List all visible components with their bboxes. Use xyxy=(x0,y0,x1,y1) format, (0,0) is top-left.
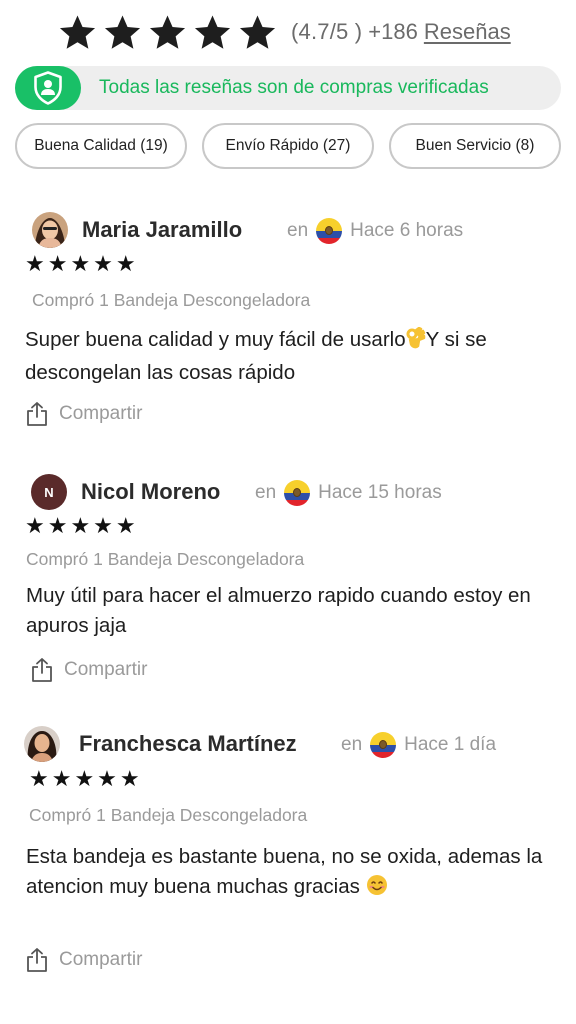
filter-chip-buen-servicio[interactable]: Buen Servicio (8) xyxy=(389,123,561,169)
location-prefix: en xyxy=(287,220,309,241)
filter-chip-buena-calidad[interactable]: Buena Calidad (19) xyxy=(15,123,187,169)
rating-score: (4.7/5 ) xyxy=(291,19,363,44)
review-text-part: Esta bandeja es bastante buena, no se ox… xyxy=(26,845,543,898)
share-button[interactable]: Compartir xyxy=(25,401,142,427)
review-meta: en Hace 15 horas xyxy=(255,480,442,506)
star-icon xyxy=(239,14,276,49)
review-stars: ★★★★★ xyxy=(25,513,139,538)
review-time: Hace 1 día xyxy=(404,734,497,755)
share-label: Compartir xyxy=(64,659,148,680)
shield-user-icon xyxy=(34,71,62,105)
review-meta: en Hace 6 horas xyxy=(287,218,463,244)
share-label: Compartir xyxy=(59,949,143,970)
share-button[interactable]: Compartir xyxy=(30,657,147,683)
review-meta: en Hace 1 día xyxy=(341,732,496,758)
verified-banner: Todas las reseñas son de compras verific… xyxy=(15,66,561,110)
star-icon xyxy=(104,14,141,49)
review-time: Hace 15 horas xyxy=(318,482,442,503)
ecuador-flag-icon xyxy=(316,218,343,244)
share-icon xyxy=(27,402,47,426)
share-icon xyxy=(32,658,52,682)
star-icon xyxy=(149,14,186,49)
review-text: Super buena calidad y muy fácil de usarl… xyxy=(25,325,545,388)
review-stars: ★★★★★ xyxy=(25,251,139,276)
review-stars: ★★★★★ xyxy=(29,766,143,791)
rating-summary: (4.7/5 ) +186 Reseñas xyxy=(58,10,511,54)
reviewer-name: Nicol Moreno xyxy=(81,479,221,504)
verified-text: Todas las reseñas son de compras verific… xyxy=(99,77,489,98)
ecuador-flag-icon xyxy=(370,732,397,758)
reviewer-name: Maria Jaramillo xyxy=(82,217,243,242)
purchase-info: Compró 1 Bandeja Descongeladora xyxy=(29,805,308,825)
filter-chips: Buena Calidad (19) Envío Rápido (27) Bue… xyxy=(0,123,576,173)
star-icon xyxy=(194,14,231,49)
avatar xyxy=(24,726,60,762)
reviews-count: +186 xyxy=(368,19,418,44)
review-text-part: Super buena calidad y muy fácil de usarl… xyxy=(25,328,406,351)
reviews-link[interactable]: Reseñas xyxy=(424,19,511,45)
ecuador-flag-icon xyxy=(284,480,311,506)
rating-stars xyxy=(58,13,277,52)
review-time: Hace 6 horas xyxy=(350,220,464,241)
smiling-face-emoji xyxy=(366,874,388,905)
purchase-info: Compró 1 Bandeja Descongeladora xyxy=(32,290,311,310)
share-button[interactable]: Compartir xyxy=(25,947,142,973)
share-icon xyxy=(27,948,47,972)
filter-chip-envio-rapido[interactable]: Envío Rápido (27) xyxy=(202,123,374,169)
review-text: Muy útil para hacer el almuerzo rapido c… xyxy=(26,584,531,637)
review-text: Esta bandeja es bastante buena, no se ox… xyxy=(26,842,551,905)
verified-badge xyxy=(15,66,81,110)
avatar xyxy=(32,212,68,248)
reviewer-name: Franchesca Martínez xyxy=(79,731,297,756)
ok-hand-emoji xyxy=(406,326,426,358)
star-icon xyxy=(59,14,96,49)
avatar: N xyxy=(31,474,67,510)
location-prefix: en xyxy=(255,482,277,503)
share-label: Compartir xyxy=(59,403,143,424)
purchase-info: Compró 1 Bandeja Descongeladora xyxy=(26,549,305,569)
avatar-initial: N xyxy=(44,484,54,500)
location-prefix: en xyxy=(341,734,363,755)
